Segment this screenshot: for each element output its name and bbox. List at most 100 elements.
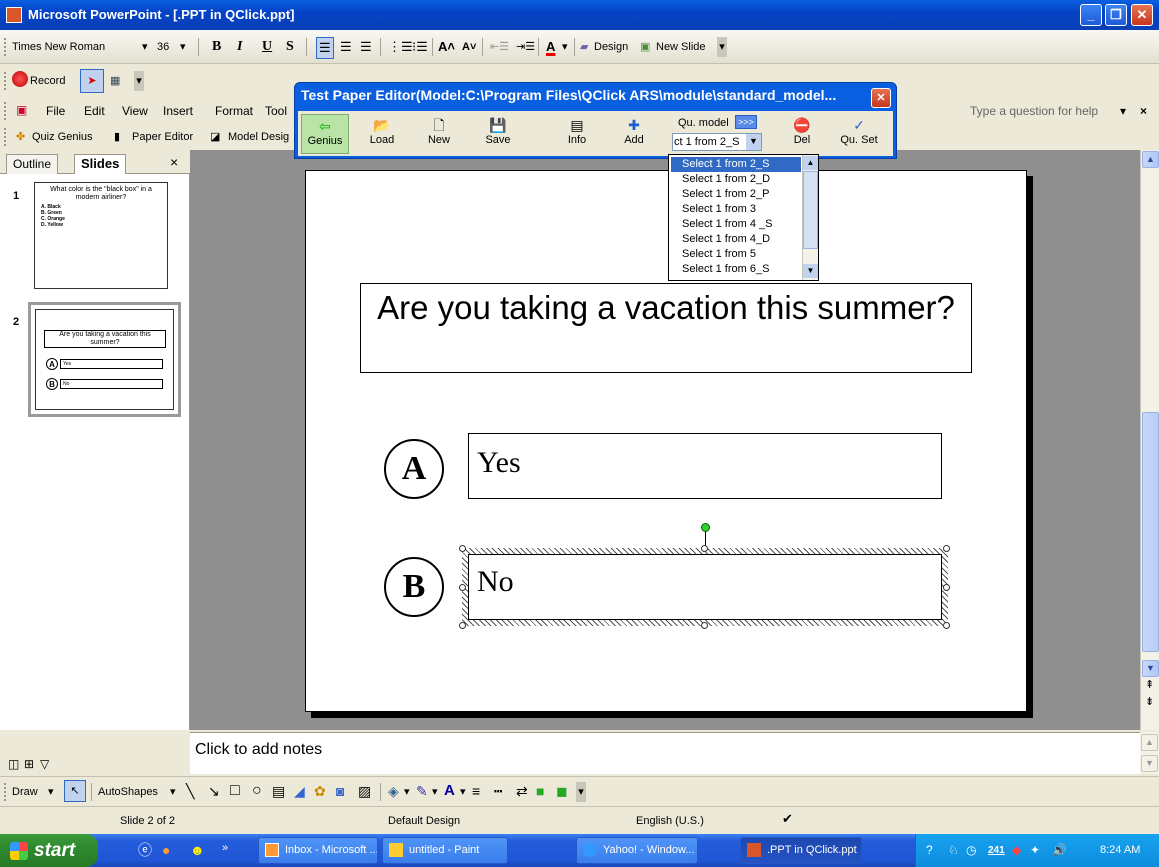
dropdown-scrollbar[interactable]: ▲ ▼ bbox=[802, 155, 818, 280]
pointer-icon[interactable]: ➤ bbox=[80, 69, 104, 93]
chevron-down-icon[interactable]: ▾ bbox=[48, 782, 54, 802]
presentation-icon[interactable]: ▦ bbox=[110, 71, 120, 91]
qu-model-dropdown[interactable]: Select 1 from 2_S Select 1 from 2_D Sele… bbox=[668, 154, 819, 281]
resize-handle[interactable] bbox=[459, 622, 466, 629]
test-paper-editor-close-button[interactable]: ✕ bbox=[871, 88, 891, 108]
rectangle-icon[interactable]: □ bbox=[230, 781, 240, 801]
tab-outline[interactable]: Outline bbox=[6, 154, 59, 174]
network-icon[interactable]: ♘ bbox=[948, 840, 959, 860]
oval-icon[interactable]: ○ bbox=[252, 781, 262, 801]
model-design-button[interactable]: Model Desig bbox=[228, 127, 289, 147]
resize-handle[interactable] bbox=[459, 545, 466, 552]
dropdown-option[interactable]: Select 1 from 4 _S bbox=[671, 217, 801, 232]
resize-handle[interactable] bbox=[943, 545, 950, 552]
chevron-down-icon[interactable]: ▾ bbox=[562, 37, 568, 57]
bullets-icon[interactable]: ⁝☰ bbox=[412, 37, 428, 57]
align-center-icon[interactable]: ☰ bbox=[340, 37, 352, 57]
qu-set-button[interactable]: ✓ Qu. Set bbox=[835, 114, 883, 154]
next-slide-icon[interactable]: ⇟ bbox=[1145, 695, 1154, 709]
scroll-down-icon[interactable]: ▼ bbox=[803, 264, 818, 278]
scroll-thumb[interactable] bbox=[803, 171, 818, 249]
record-button[interactable]: Record bbox=[30, 71, 65, 91]
chevron-right-icon[interactable]: » bbox=[222, 838, 228, 858]
quiz-genius-button[interactable]: Quiz Genius bbox=[32, 127, 93, 147]
toolbar-options-icon[interactable]: ▾ bbox=[717, 37, 727, 57]
taskbar-item-paint[interactable]: untitled - Paint bbox=[382, 837, 508, 864]
scroll-thumb[interactable] bbox=[1142, 412, 1159, 652]
qu-model-more-button[interactable]: >>> bbox=[735, 115, 757, 129]
dropdown-option[interactable]: Select 1 from 4_D bbox=[671, 232, 801, 247]
chevron-down-icon[interactable]: ▼ bbox=[746, 134, 761, 150]
menu-file[interactable]: File bbox=[46, 101, 65, 121]
normal-view-icon[interactable]: ◫ bbox=[8, 754, 19, 774]
draw-menu[interactable]: Draw bbox=[12, 782, 38, 802]
arrow-style-icon[interactable]: ⇄ bbox=[516, 781, 528, 801]
shield-icon[interactable]: ✦ bbox=[1030, 840, 1040, 860]
menu-insert[interactable]: Insert bbox=[163, 101, 193, 121]
del-button[interactable]: ⛔ Del bbox=[778, 114, 826, 154]
answer-a-textbox[interactable]: Yes bbox=[468, 433, 942, 499]
new-slide-button[interactable]: New Slide bbox=[656, 37, 706, 57]
line-style-icon[interactable]: ≡ bbox=[472, 781, 480, 801]
font-name-select[interactable]: Times New Roman bbox=[12, 37, 142, 57]
close-document-button[interactable]: × bbox=[1140, 101, 1147, 121]
increase-indent-icon[interactable]: ⇥☰ bbox=[516, 37, 535, 57]
slide-question[interactable]: Are you taking a vacation this summer? bbox=[360, 283, 972, 373]
textbox-icon[interactable]: ▤ bbox=[272, 781, 285, 801]
picture-icon[interactable]: ▨ bbox=[358, 781, 371, 801]
line-color-icon[interactable]: ✎ bbox=[416, 781, 428, 801]
chevron-down-icon[interactable]: ▾ bbox=[180, 37, 186, 57]
numbering-icon[interactable]: ⋮☰ bbox=[388, 37, 413, 57]
add-button[interactable]: ✚ Add bbox=[610, 114, 658, 154]
diagram-icon[interactable]: ✿ bbox=[314, 781, 326, 801]
align-right-icon[interactable]: ☰ bbox=[360, 37, 372, 57]
previous-slide-icon[interactable]: ⇞ bbox=[1145, 678, 1154, 692]
tab-slides[interactable]: Slides bbox=[74, 154, 127, 174]
qu-model-select[interactable]: ct 1 from 2_S ▼ bbox=[672, 133, 762, 151]
help-icon[interactable]: ? bbox=[926, 840, 933, 860]
media-icon[interactable]: ● bbox=[162, 840, 170, 860]
shadow-button[interactable]: S bbox=[286, 37, 294, 57]
close-panel-button[interactable]: × bbox=[170, 152, 178, 172]
dropdown-option[interactable]: Select 1 from 3 bbox=[671, 202, 801, 217]
chevron-down-icon[interactable]: ▾ bbox=[1120, 101, 1126, 121]
italic-button[interactable]: I bbox=[237, 37, 242, 57]
load-button[interactable]: 📂 Load bbox=[358, 114, 406, 154]
resize-handle[interactable] bbox=[943, 622, 950, 629]
font-color-icon[interactable]: A bbox=[546, 37, 555, 57]
paper-editor-button[interactable]: Paper Editor bbox=[132, 127, 193, 147]
start-button[interactable]: start bbox=[0, 834, 98, 867]
dash-style-icon[interactable]: ┅ bbox=[494, 781, 502, 801]
slide-thumbnail-2[interactable]: Are you taking a vacation this summer? A… bbox=[28, 302, 181, 417]
line-icon[interactable]: ╲ bbox=[186, 781, 194, 801]
chevron-down-icon[interactable]: ▾ bbox=[142, 37, 148, 57]
scroll-up-icon[interactable]: ▲ bbox=[1142, 151, 1159, 168]
taskbar-item-yahoo[interactable]: Yahoo! - Window... bbox=[576, 837, 698, 864]
decrease-font-icon[interactable]: A˅ bbox=[462, 37, 476, 57]
save-button[interactable]: 💾 Save bbox=[474, 114, 522, 154]
clipart-icon[interactable]: ◙ bbox=[336, 781, 344, 801]
dropdown-option[interactable]: Select 1 from 6_S bbox=[671, 262, 801, 277]
notes-pane[interactable]: Click to add notes bbox=[190, 732, 1140, 774]
document-icon[interactable]: ▣ bbox=[16, 100, 27, 120]
dropdown-option[interactable]: Select 1 from 5 bbox=[671, 247, 801, 262]
ie-icon[interactable]: ⓔ bbox=[138, 840, 152, 860]
scroll-up-icon[interactable]: ▲ bbox=[803, 156, 818, 170]
fill-color-icon[interactable]: ◈ bbox=[388, 781, 399, 801]
underline-button[interactable]: U bbox=[262, 37, 272, 57]
toolbar-options-icon[interactable]: ▾ bbox=[576, 782, 586, 802]
volume-icon[interactable]: 🔊 bbox=[1052, 840, 1067, 860]
design-button[interactable]: Design bbox=[594, 37, 628, 57]
wordart-icon[interactable]: ◢ bbox=[294, 781, 305, 801]
increase-font-icon[interactable]: A˄ bbox=[438, 37, 455, 57]
chevron-down-icon[interactable]: ▾ bbox=[404, 782, 410, 802]
info-button[interactable]: ▤ Info bbox=[553, 114, 601, 154]
slideshow-icon[interactable]: ▽ bbox=[40, 754, 49, 774]
resize-handle[interactable] bbox=[701, 545, 708, 552]
menu-tools[interactable]: Tool bbox=[265, 101, 287, 121]
menu-edit[interactable]: Edit bbox=[84, 101, 105, 121]
dropdown-option[interactable]: Select 1 from 2_D bbox=[671, 172, 801, 187]
tray-app-icon[interactable]: ◆ bbox=[1012, 840, 1021, 860]
select-pointer-icon[interactable]: ↖ bbox=[64, 780, 86, 802]
toolbar-options-icon[interactable]: ▾ bbox=[134, 71, 144, 91]
